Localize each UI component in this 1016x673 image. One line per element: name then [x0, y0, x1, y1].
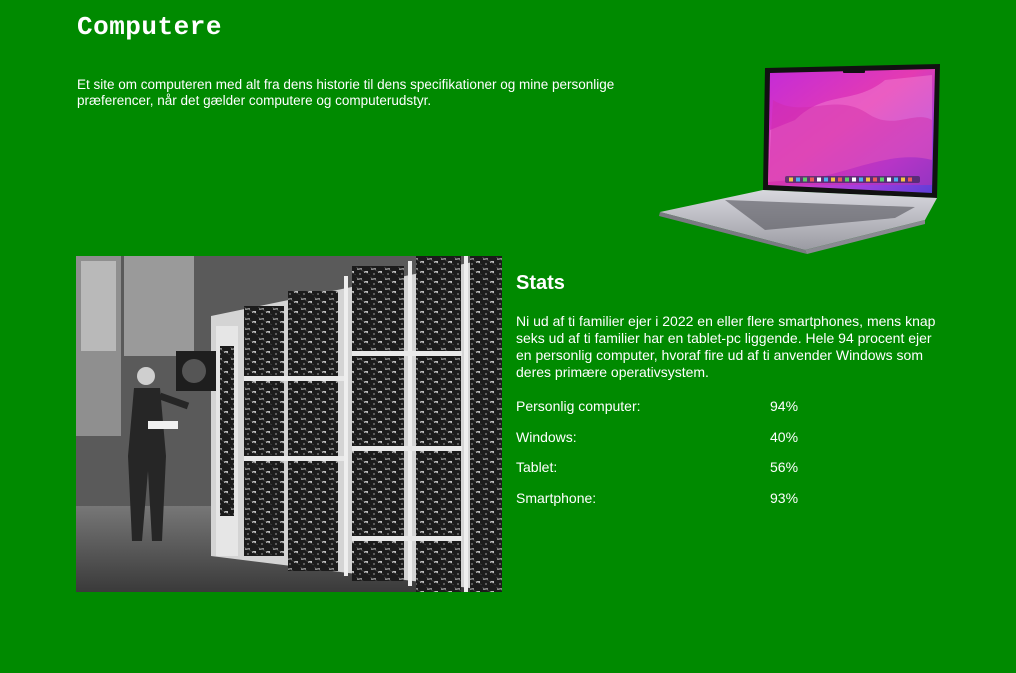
table-row: Windows: 40%: [516, 422, 798, 453]
stats-section: Stats Ni ud af ti familier ejer i 2022 e…: [516, 272, 936, 513]
page-title: Computere: [77, 12, 222, 42]
stats-heading: Stats: [516, 272, 565, 294]
intro-text: Et site om computeren med alt fra dens h…: [77, 77, 615, 108]
table-row: Tablet: 56%: [516, 452, 798, 483]
stat-label: Windows:: [516, 428, 577, 445]
historic-computer-photo: [76, 256, 502, 592]
stat-label: Smartphone:: [516, 489, 597, 506]
stat-value: 40%: [770, 428, 799, 445]
page: Computere Et site om computeren med alt …: [0, 0, 1016, 673]
stat-label: Personlig computer:: [516, 398, 641, 415]
stat-value: 94%: [770, 398, 799, 415]
stat-label: Tablet:: [516, 459, 558, 476]
stat-value: 56%: [770, 459, 799, 476]
stats-description: Ni ud af ti familier ejer i 2022 en elle…: [516, 313, 936, 380]
laptop-image: [659, 64, 940, 254]
table-row: Personlig computer: 94%: [516, 391, 798, 422]
stat-value: 93%: [770, 489, 799, 506]
stats-table: Personlig computer: 94% Windows: 40% Tab…: [516, 391, 798, 513]
table-row: Smartphone: 93%: [516, 483, 798, 514]
